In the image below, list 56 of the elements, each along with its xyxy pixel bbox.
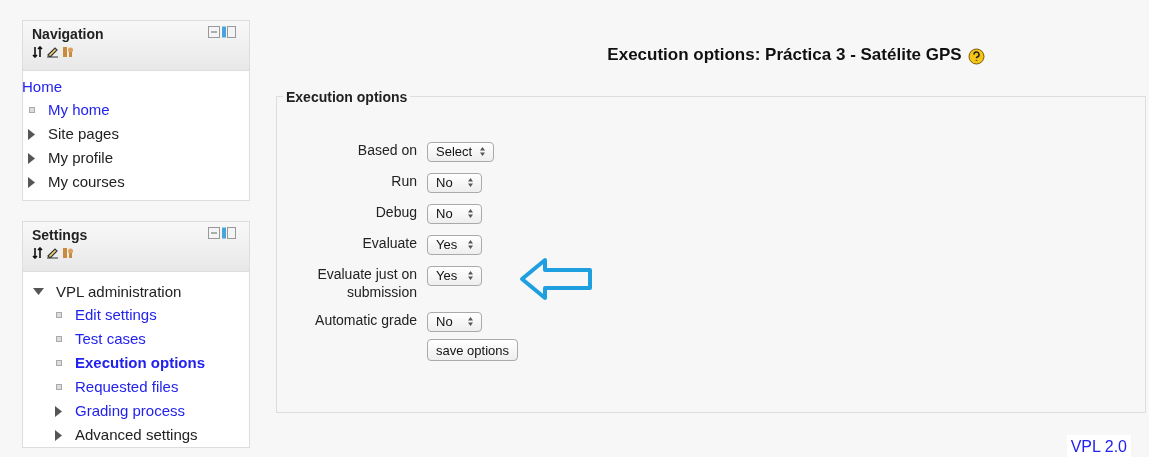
nav-link[interactable]: Requested files (75, 375, 179, 399)
bullet-icon (56, 360, 62, 366)
field-label: Evaluate just on submission (316, 264, 417, 301)
move-icon[interactable] (32, 46, 43, 58)
select-dropdown[interactable]: No (427, 203, 482, 224)
bullet-icon (56, 384, 62, 390)
stepper-arrows-icon (480, 147, 486, 156)
collapsed-triangle-icon[interactable] (28, 176, 36, 188)
people-icon[interactable] (62, 247, 74, 259)
stepper-arrows-icon (468, 240, 473, 249)
edit-icon[interactable] (46, 46, 59, 58)
block-title: Navigation (32, 25, 104, 43)
select-dropdown[interactable]: Select (427, 141, 495, 162)
page-title: Execution options: Práctica 3 - Satélite GPS (607, 44, 962, 66)
nav-item[interactable]: Advanced settings (75, 423, 198, 447)
stepper-arrows-icon (468, 178, 473, 187)
stepper-arrows-icon (468, 271, 473, 280)
collapsed-triangle-icon[interactable] (28, 128, 36, 140)
nav-link[interactable]: Edit settings (75, 303, 157, 327)
nav-link[interactable]: Home (22, 75, 62, 99)
dock-icon[interactable] (208, 227, 237, 239)
save-button[interactable]: save options (427, 339, 518, 362)
edit-icon[interactable] (46, 247, 59, 259)
collapsed-triangle-icon[interactable] (55, 429, 63, 441)
bullet-icon (29, 107, 35, 113)
select-dropdown[interactable]: No (427, 172, 482, 193)
nav-link[interactable]: Grading process (75, 399, 186, 423)
version-link[interactable]: VPL 2.0 (1066, 434, 1131, 457)
move-icon[interactable] (32, 247, 43, 259)
nav-link[interactable]: Test cases (75, 327, 146, 351)
select-dropdown[interactable]: Yes (427, 234, 482, 255)
nav-link[interactable]: My home (48, 98, 110, 122)
arrow-icon (519, 256, 593, 301)
select-dropdown[interactable]: No (427, 311, 482, 332)
field-label: Run (390, 171, 417, 190)
expanded-triangle-icon[interactable] (33, 288, 44, 296)
bullet-icon (56, 336, 62, 342)
block-title: Settings (32, 226, 88, 244)
nav-link[interactable]: Execution options (75, 351, 205, 375)
help-icon[interactable] (967, 47, 985, 65)
collapsed-triangle-icon[interactable] (28, 152, 36, 164)
dock-icon[interactable] (208, 26, 237, 38)
nav-item[interactable]: Site pages (48, 122, 119, 146)
people-icon[interactable] (62, 46, 74, 58)
stepper-arrows-icon (468, 317, 473, 326)
collapsed-triangle-icon[interactable] (55, 405, 63, 417)
bullet-icon (56, 312, 62, 318)
stepper-arrows-icon (468, 209, 473, 218)
nav-item[interactable]: My profile (48, 146, 114, 170)
select-dropdown[interactable]: Yes (427, 265, 482, 286)
field-label: Automatic grade (314, 310, 417, 329)
nav-item[interactable]: My courses (48, 170, 125, 194)
field-label: Based on (356, 140, 417, 159)
nav-item[interactable]: VPL administration (56, 280, 182, 304)
field-label: Debug (374, 202, 417, 221)
field-label: Evaluate (361, 233, 417, 252)
